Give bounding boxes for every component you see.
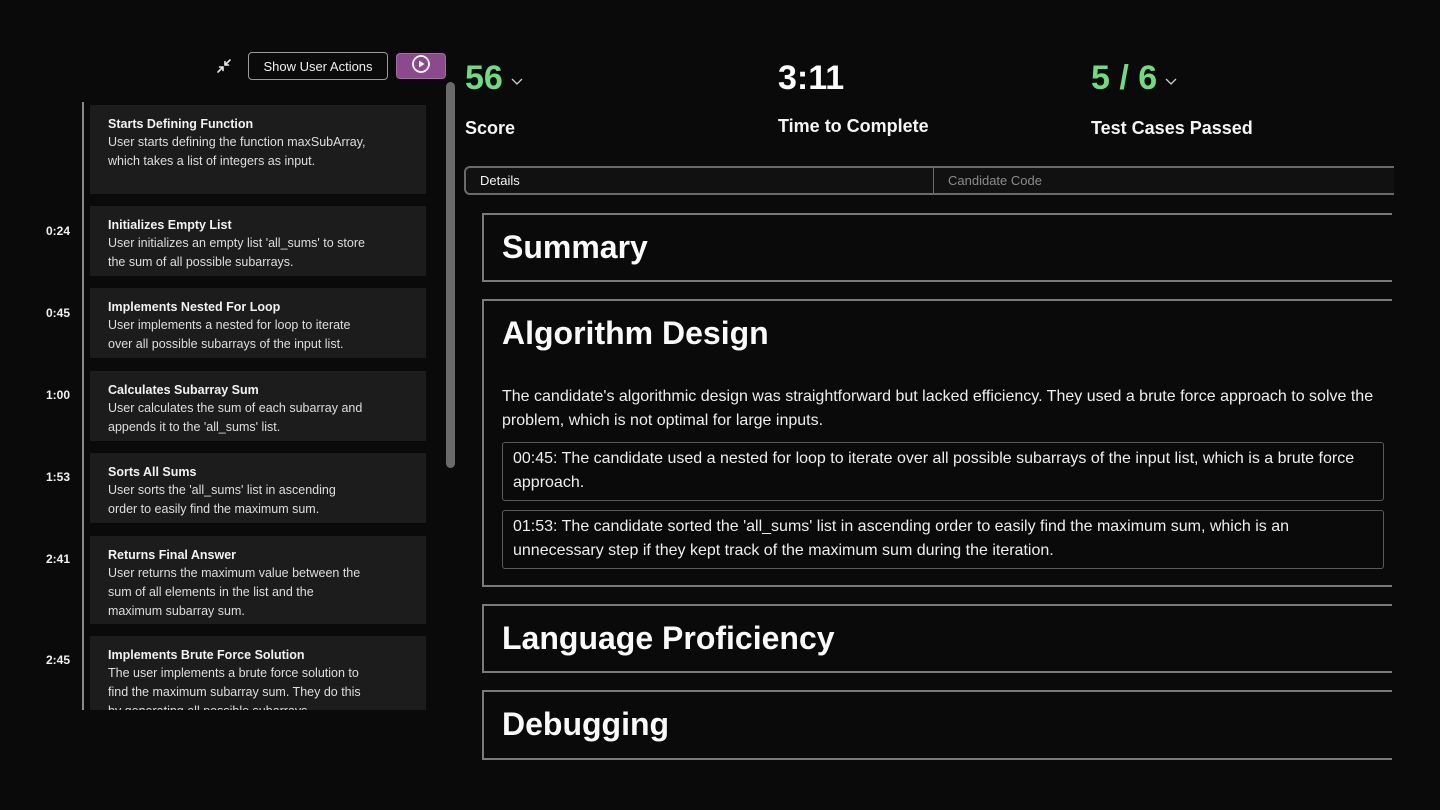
chevron-down-icon[interactable] xyxy=(1165,55,1177,95)
event-title: Implements Brute Force Solution xyxy=(108,648,305,662)
event-title: Initializes Empty List xyxy=(108,218,232,232)
event-time: 0:45 xyxy=(45,306,70,320)
show-user-actions-button[interactable]: Show User Actions xyxy=(248,52,388,80)
tab-details[interactable]: Details xyxy=(466,168,934,193)
section-title: Debugging xyxy=(502,706,670,742)
user-actions-timeline: Starts Defining Function User starts def… xyxy=(0,102,440,710)
event-time: 1:53 xyxy=(45,470,70,484)
event-description: The user implements a brute force soluti… xyxy=(108,666,361,710)
play-button[interactable] xyxy=(396,53,446,79)
tests-value-row[interactable]: 5 / 6 xyxy=(1091,58,1253,98)
event-card[interactable]: Initializes Empty List User initializes … xyxy=(90,206,426,276)
scrollbar-thumb[interactable] xyxy=(446,82,455,468)
event-description: User calculates the sum of each subarray… xyxy=(108,401,363,434)
event-description: User sorts the 'all_sums' list in ascend… xyxy=(108,483,336,516)
section-debugging[interactable]: Debugging xyxy=(482,690,1392,760)
section-title: Summary xyxy=(502,229,648,265)
collapse-arrows-icon[interactable] xyxy=(214,56,234,76)
event-title: Calculates Subarray Sum xyxy=(108,383,259,397)
score-value-row[interactable]: 56 xyxy=(465,58,523,98)
timeline-line xyxy=(82,102,84,710)
evidence-item: 00:45: The candidate used a nested for l… xyxy=(502,442,1384,501)
event-time: 1:00 xyxy=(45,388,70,402)
event-title: Sorts All Sums xyxy=(108,465,197,479)
event-title: Starts Defining Function xyxy=(108,117,254,131)
test-cases-stat: 5 / 6 Test Cases Passed xyxy=(1091,58,1253,139)
section-title: Algorithm Design xyxy=(502,315,769,351)
event-description: User implements a nested for loop to ite… xyxy=(108,318,351,351)
tests-label: Test Cases Passed xyxy=(1091,118,1253,138)
event-description: User initializes an empty list 'all_sums… xyxy=(108,236,365,269)
section-title: Language Proficiency xyxy=(502,620,835,656)
event-card[interactable]: Calculates Subarray Sum User calculates … xyxy=(90,371,426,441)
event-card[interactable]: Implements Nested For Loop User implemen… xyxy=(90,288,426,358)
event-card[interactable]: Implements Brute Force Solution The user… xyxy=(90,636,426,710)
event-card[interactable]: Starts Defining Function User starts def… xyxy=(90,105,426,194)
event-title: Returns Final Answer xyxy=(108,548,237,562)
time-value-row: 3:11 xyxy=(778,58,929,98)
score-value: 56 xyxy=(465,59,503,97)
event-description: User starts defining the function maxSub… xyxy=(108,135,366,168)
event-time: 0:24 xyxy=(45,224,70,238)
tab-candidate-code[interactable]: Candidate Code xyxy=(934,168,1394,193)
time-label: Time to Complete xyxy=(778,116,929,136)
evidence-item: 01:53: The candidate sorted the 'all_sum… xyxy=(502,510,1384,569)
tests-value: 5 / 6 xyxy=(1091,59,1158,97)
event-time: 2:45 xyxy=(45,653,70,667)
event-card[interactable]: Sorts All Sums User sorts the 'all_sums'… xyxy=(90,453,426,523)
score-label: Score xyxy=(465,118,516,138)
time-stat: 3:11 Time to Complete xyxy=(778,58,929,137)
section-algorithm-design[interactable]: Algorithm Design The candidate's algorit… xyxy=(482,299,1392,587)
play-circle-icon xyxy=(411,54,431,79)
section-body: The candidate's algorithmic design was s… xyxy=(502,388,1374,429)
time-value: 3:11 xyxy=(778,59,845,97)
event-card[interactable]: Returns Final Answer User returns the ma… xyxy=(90,536,426,624)
score-stat: 56 Score xyxy=(465,58,523,139)
event-title: Implements Nested For Loop xyxy=(108,300,281,314)
replay-toolbar: Show User Actions xyxy=(214,52,446,80)
chevron-down-icon[interactable] xyxy=(511,55,523,95)
timeline-scrollbar[interactable] xyxy=(446,82,456,470)
section-language-proficiency[interactable]: Language Proficiency xyxy=(482,604,1392,673)
event-time: 2:41 xyxy=(45,552,70,566)
detail-tabs: Details Candidate Code xyxy=(464,166,1394,195)
section-summary[interactable]: Summary xyxy=(482,213,1392,282)
event-description: User returns the maximum value between t… xyxy=(108,566,361,618)
